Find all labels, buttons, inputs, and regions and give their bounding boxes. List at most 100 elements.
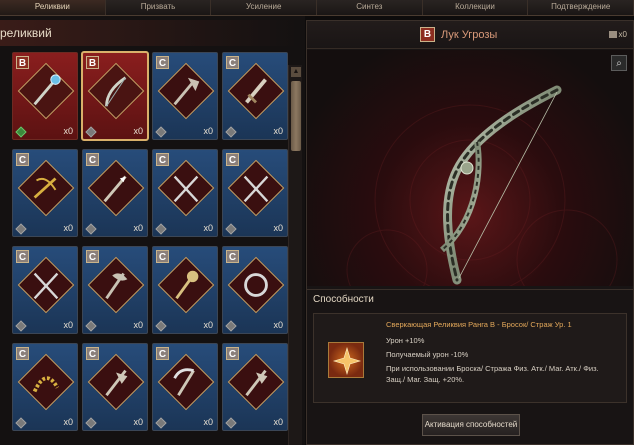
relic-count: x0: [133, 320, 143, 330]
crossbow-icon: [33, 177, 57, 199]
relic-name: Лук Угрозы: [441, 29, 498, 41]
relic-card[interactable]: Cx0: [222, 52, 288, 140]
rank-badge: C: [16, 250, 29, 263]
ability-name: Сверкающая Реликвия Ранга B - Бросок/ Ст…: [386, 320, 572, 329]
gem-icon: [15, 320, 27, 332]
halberd-icon: [105, 369, 128, 397]
spear-icon: [103, 175, 127, 203]
relic-grid: Bx0 Bx0 Cx0 Cx0 Cx0 Cx0 Cx0 Cx0 Cx0 Cx0 Cx0 Cx0 Cx0 C…: [0, 51, 288, 445]
relic-count: x0: [63, 417, 73, 427]
tab-relics[interactable]: Реликвии: [0, 0, 106, 15]
relic-list-header: реликвий: [0, 20, 300, 46]
relic-count: x0: [203, 320, 213, 330]
gem-icon: [155, 126, 167, 138]
ability-line: При использовании Броска/ Стража Физ. Ат…: [386, 364, 599, 373]
gem-icon: [225, 223, 237, 235]
relic-count: x0: [273, 223, 283, 233]
chakram-icon: [244, 273, 268, 297]
relic-card[interactable]: Cx0: [152, 52, 218, 140]
relic-count: x0: [133, 417, 143, 427]
rank-badge: C: [156, 56, 169, 69]
relic-card[interactable]: Cx0: [82, 149, 148, 237]
relic-card[interactable]: Bx0: [81, 51, 149, 141]
tab-synthesis[interactable]: Синтез: [317, 0, 423, 15]
relic-card[interactable]: Cx0: [222, 149, 288, 237]
bow-icon: [105, 76, 127, 107]
gem-icon: [225, 320, 237, 332]
scythe-icon: [173, 368, 195, 397]
gem-icon: [15, 417, 27, 429]
relic-card[interactable]: Cx0: [82, 343, 148, 431]
gem-icon: [15, 223, 27, 235]
rank-badge: B: [86, 56, 99, 69]
tab-summon[interactable]: Призвать: [106, 0, 212, 15]
gem-icon: [15, 126, 27, 138]
relic-card[interactable]: Cx0: [12, 246, 78, 334]
whip-icon: [32, 376, 60, 393]
gem-icon: [225, 126, 237, 138]
relic-owned-count-value: x0: [618, 30, 627, 39]
relic-detail-header: B Лук Угрозы x0: [307, 21, 633, 49]
relic-count: x0: [203, 417, 213, 427]
rank-badge: C: [16, 153, 29, 166]
ability-card: Сверкающая Реликвия Ранга B - Бросок/ Ст…: [313, 313, 627, 403]
relic-count: x0: [203, 126, 213, 136]
relic-card[interactable]: Cx0: [152, 149, 218, 237]
ability-line: Урон +10%: [386, 336, 425, 345]
relic-list-title: реликвий: [0, 26, 52, 40]
gem-icon: [225, 417, 237, 429]
zoom-icon[interactable]: ⌕: [611, 55, 627, 71]
ability-star-icon: [332, 346, 362, 376]
tab-confirmation[interactable]: Подтверждение: [528, 0, 634, 15]
relic-count: x0: [63, 126, 73, 136]
relic-owned-count: x0: [608, 30, 627, 39]
relic-card[interactable]: Cx0: [152, 246, 218, 334]
ability-line: Защ./ Маг. Защ. +20%.: [386, 375, 465, 384]
relic-card[interactable]: Cx0: [222, 246, 288, 334]
rank-badge: C: [156, 153, 169, 166]
relic-detail-panel: B Лук Угрозы x0 ⌕ Способности Сверкающая…: [306, 20, 634, 445]
mace-icon: [175, 270, 199, 300]
abilities-section-header: Способности: [307, 289, 633, 309]
rank-badge: C: [156, 347, 169, 360]
gem-icon: [85, 223, 97, 235]
relic-card[interactable]: Cx0: [82, 246, 148, 334]
rank-badge: C: [226, 56, 239, 69]
axe-icon: [173, 77, 200, 106]
rank-badge: C: [16, 347, 29, 360]
relic-card[interactable]: Cx0: [12, 343, 78, 431]
scroll-thumb[interactable]: [291, 81, 301, 151]
relic-card[interactable]: Bx0: [12, 52, 78, 140]
tab-enhance[interactable]: Усиление: [211, 0, 318, 15]
rank-badge: C: [226, 347, 239, 360]
rank-badge: C: [226, 153, 239, 166]
relic-count: x0: [203, 223, 213, 233]
gem-icon: [155, 320, 167, 332]
bow-illustration: [346, 85, 618, 286]
dagger-icon: [245, 78, 267, 104]
relic-card[interactable]: Cx0: [222, 343, 288, 431]
relic-list-scrollbar[interactable]: ▲: [288, 65, 302, 445]
crossed-swords-icon: [33, 272, 59, 300]
relic-card[interactable]: Cx0: [12, 149, 78, 237]
halberd-icon: [245, 369, 268, 397]
activate-abilities-button[interactable]: Активация способностей: [422, 414, 520, 436]
top-tab-bar: Реликвии Призвать Усиление Синтез Коллек…: [0, 0, 634, 16]
rank-badge: B: [16, 56, 29, 69]
rank-badge: C: [86, 153, 99, 166]
gem-icon: [85, 320, 97, 332]
gem-icon: [155, 223, 167, 235]
relic-count: x0: [273, 320, 283, 330]
relic-count: x0: [133, 223, 143, 233]
relic-card[interactable]: Cx0: [152, 343, 218, 431]
crossed-swords-icon: [243, 175, 269, 203]
gem-icon: [155, 417, 167, 429]
tab-collections[interactable]: Коллекции: [423, 0, 529, 15]
gem-icon: [85, 126, 97, 138]
ability-line: Получаемый урон -10%: [386, 350, 469, 359]
rank-badge: C: [226, 250, 239, 263]
inventory-icon: [608, 31, 617, 39]
rank-badge: C: [86, 250, 99, 263]
relic-rank-badge: B: [420, 27, 435, 42]
scroll-up-icon[interactable]: ▲: [291, 67, 301, 77]
